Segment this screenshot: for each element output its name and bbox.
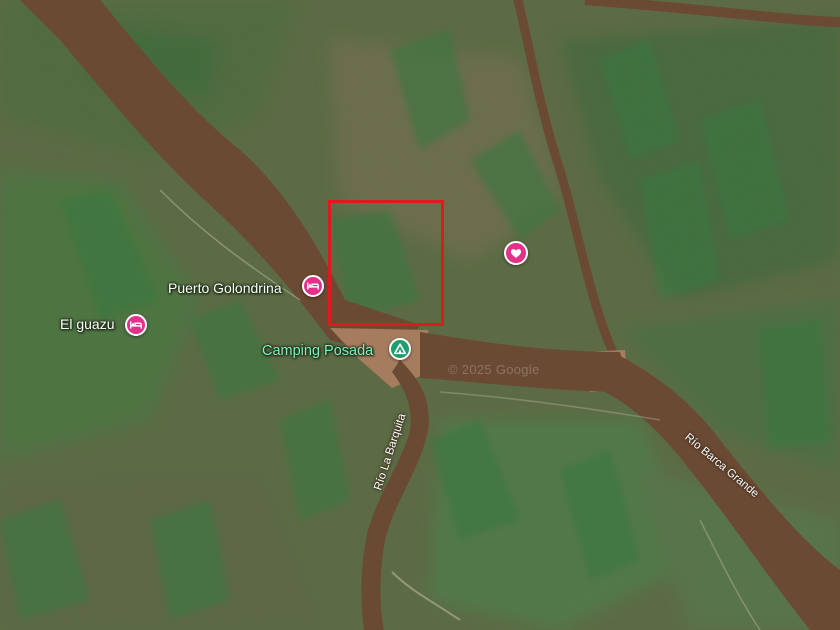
place-label-el-guazu[interactable]: El guazu <box>60 316 114 332</box>
satellite-map[interactable]: © 2025 Google Puerto Golondrina El guazu… <box>0 0 840 630</box>
heart-icon <box>510 249 522 258</box>
place-pin-camping-posada[interactable] <box>389 338 411 360</box>
map-watermark: © 2025 Google <box>448 362 540 377</box>
place-label-camping-posada[interactable]: Camping Posada <box>262 343 373 359</box>
place-pin-puerto-golondrina[interactable] <box>302 275 324 297</box>
place-label-puerto-golondrina[interactable]: Puerto Golondrina <box>168 280 282 296</box>
place-pin-el-guazu[interactable] <box>125 314 147 336</box>
selection-rectangle[interactable] <box>328 200 444 326</box>
bed-icon <box>130 321 142 329</box>
tent-icon <box>393 343 407 355</box>
saved-place-pin[interactable] <box>504 241 528 265</box>
bed-icon <box>307 282 319 290</box>
